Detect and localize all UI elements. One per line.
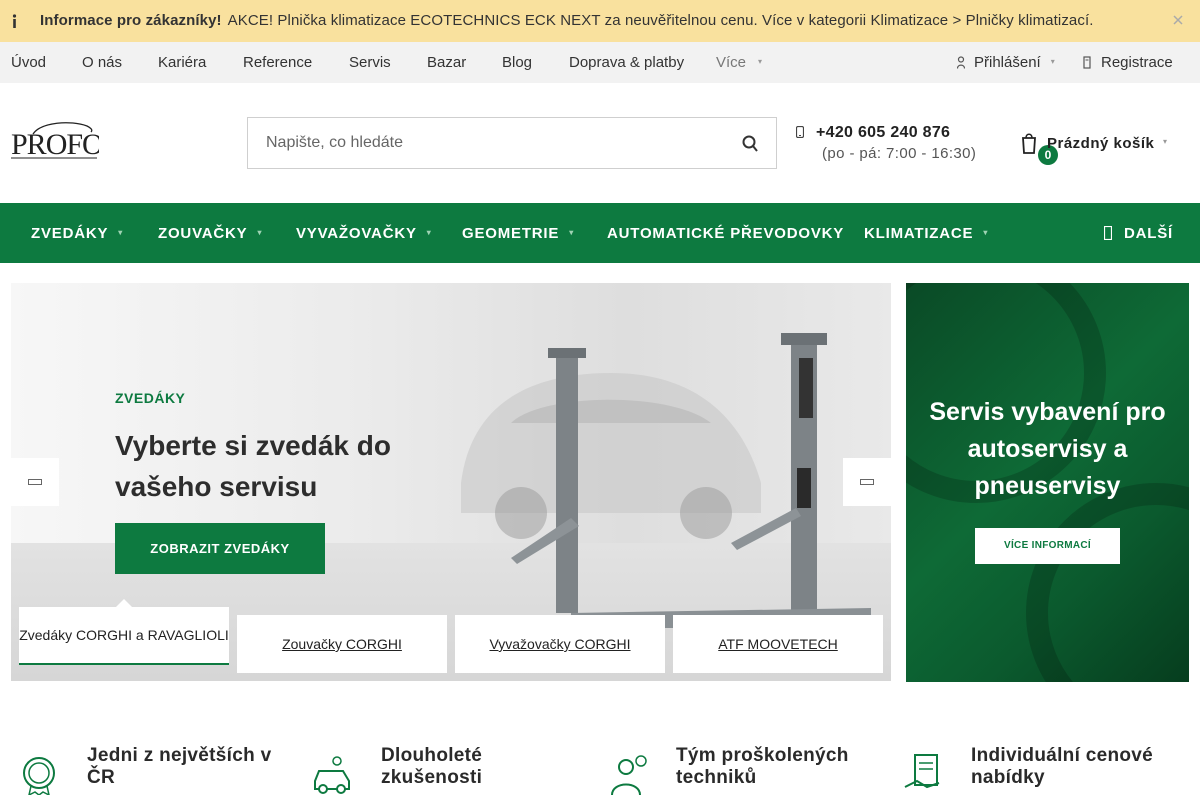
topnav-item-servis[interactable]: Servis bbox=[349, 54, 391, 71]
info-body: AKCE! Plnička klimatizace ECOTECHNICS EC… bbox=[227, 12, 1094, 29]
info-icon bbox=[12, 14, 17, 28]
info-message: Informace pro zákazníky! AKCE! Plnička kl… bbox=[40, 12, 1094, 29]
mainnav-label: ZOUVAČKY bbox=[158, 225, 248, 242]
mainnav-item-klimatizace[interactable]: KLIMATIZACE ▾ bbox=[864, 225, 988, 242]
carousel-tab-label: Zouvačky CORGHI bbox=[282, 636, 402, 652]
chevron-down-icon: ▾ bbox=[1050, 57, 1055, 66]
register-link[interactable]: Registrace bbox=[1101, 54, 1173, 71]
arrow-right-icon bbox=[860, 479, 874, 485]
topnav-item-o-nas[interactable]: O nás bbox=[82, 54, 122, 71]
carousel-tab-vyvazovacky[interactable]: Vyvažovačky CORGHI bbox=[455, 615, 665, 673]
chevron-down-icon: ▾ bbox=[426, 228, 432, 237]
logo-text: PROFO bbox=[11, 128, 99, 161]
award-icon bbox=[23, 757, 55, 795]
topnav-item-kariera[interactable]: Kariéra bbox=[158, 54, 206, 71]
usp-title: Tým proškolených techniků bbox=[676, 745, 849, 788]
usp-title: Jedni z největších v ČR bbox=[87, 745, 272, 788]
search-box bbox=[247, 117, 777, 169]
chevron-down-icon: ▾ bbox=[569, 228, 575, 237]
topnav-item-doprava[interactable]: Doprava & platby bbox=[569, 54, 684, 71]
cart-icon[interactable] bbox=[1022, 132, 1036, 154]
carousel-tab-label: ATF MOOVETECH bbox=[718, 636, 838, 652]
topnav-item-reference[interactable]: Reference bbox=[243, 54, 312, 71]
login-link[interactable]: Přihlášení ▾ bbox=[974, 54, 1057, 71]
logo-mark: PROFO bbox=[11, 122, 104, 161]
logo[interactable]: PROFO bbox=[11, 118, 104, 162]
hero-kicker: ZVEDÁKY bbox=[115, 390, 186, 406]
topnav-item-blog[interactable]: Blog bbox=[502, 54, 532, 71]
cart-label[interactable]: Prázdný košík bbox=[1047, 135, 1154, 152]
mainnav-item-geometrie[interactable]: GEOMETRIE ▾ bbox=[462, 225, 574, 242]
mainnav-more-label: DALŠÍ bbox=[1124, 225, 1173, 242]
usp-title: Dlouholeté zkušenosti bbox=[381, 745, 483, 788]
usp-title: Individuální cenové nabídky bbox=[971, 745, 1154, 788]
chevron-down-icon: ▾ bbox=[1163, 137, 1168, 146]
info-bar: Informace pro zákazníky! AKCE! Plnička kl… bbox=[0, 0, 1200, 42]
menu-icon bbox=[1103, 225, 1113, 241]
carousel-tabs: Zvedáky CORGHI a RAVAGLIOLI Zouvačky COR… bbox=[19, 599, 883, 673]
phone-icon bbox=[796, 126, 804, 138]
login-label: Přihlášení bbox=[974, 54, 1041, 71]
chevron-down-icon: ▾ bbox=[758, 57, 763, 66]
topnav-item-uvod[interactable]: Úvod bbox=[11, 54, 46, 71]
mainnav-item-zvedaky[interactable]: ZVEDÁKY ▾ bbox=[31, 225, 123, 242]
mainnav-item-prevodovky[interactable]: AUTOMATICKÉ PŘEVODOVKY bbox=[607, 225, 844, 242]
show-lifts-button[interactable]: ZOBRAZIT ZVEDÁKY bbox=[115, 523, 325, 574]
carousel-prev-button[interactable] bbox=[11, 458, 59, 506]
carousel-tab-atf[interactable]: ATF MOOVETECH bbox=[673, 615, 883, 673]
chevron-down-icon: ▾ bbox=[257, 228, 263, 237]
mainnav-label: GEOMETRIE bbox=[462, 225, 560, 242]
opening-hours: (po - pá: 7:00 - 16:30) bbox=[822, 145, 977, 162]
carousel-tab-zouvacky[interactable]: Zouvačky CORGHI bbox=[237, 615, 447, 673]
car-lift-image bbox=[511, 333, 871, 628]
carousel-tab-zvedaky[interactable]: Zvedáky CORGHI a RAVAGLIOLI bbox=[19, 599, 229, 665]
price-offer-icon bbox=[904, 754, 940, 789]
search-input[interactable] bbox=[248, 118, 718, 168]
mainnav-item-zouvacky[interactable]: ZOUVAČKY ▾ bbox=[158, 225, 262, 242]
phone-number[interactable]: +420 605 240 876 bbox=[816, 124, 950, 142]
mainnav-more[interactable]: DALŠÍ bbox=[1103, 225, 1173, 242]
banner-text: Servis vybavení pro autoservisy a pneuse… bbox=[929, 398, 1166, 500]
mainnav-item-vyvazovacky[interactable]: VYVAŽOVAČKY ▾ bbox=[296, 225, 432, 242]
mainnav-label: ZVEDÁKY bbox=[31, 225, 109, 242]
topnav-more-label: Více bbox=[716, 54, 747, 71]
technician-icon bbox=[611, 755, 647, 795]
hero-headline: Vyberte si zvedák do vašeho servisu bbox=[115, 430, 391, 502]
tyre-decoration bbox=[1026, 483, 1189, 682]
chevron-down-icon: ▾ bbox=[118, 228, 124, 237]
search-icon[interactable] bbox=[742, 135, 758, 153]
mainnav-label: VYVAŽOVAČKY bbox=[296, 225, 417, 242]
carousel-next-button[interactable] bbox=[843, 458, 891, 506]
user-icon bbox=[957, 56, 965, 69]
top-navigation: Úvod O nás Kariéra Reference Servis Baza… bbox=[0, 42, 1200, 83]
close-icon[interactable] bbox=[1172, 12, 1184, 28]
service-banner[interactable]: Servis vybavení pro autoservisy a pneuse… bbox=[906, 283, 1189, 682]
topnav-item-bazar[interactable]: Bazar bbox=[427, 54, 466, 71]
carousel-tab-label: Vyvažovačky CORGHI bbox=[489, 636, 631, 652]
topnav-more-dropdown[interactable]: Více ▾ bbox=[716, 54, 764, 71]
main-navigation: ZVEDÁKY ▾ ZOUVAČKY ▾ VYVAŽOVAČKY ▾ GEOMETRI… bbox=[0, 203, 1200, 263]
more-info-button[interactable]: VÍCE INFORMACÍ bbox=[975, 528, 1120, 564]
chevron-down-icon: ▾ bbox=[983, 228, 989, 237]
car-service-icon bbox=[314, 756, 350, 794]
info-title: Informace pro zákazníky! bbox=[40, 12, 222, 29]
register-icon bbox=[1083, 56, 1091, 69]
mainnav-label: KLIMATIZACE bbox=[864, 225, 974, 242]
arrow-left-icon bbox=[28, 479, 42, 485]
